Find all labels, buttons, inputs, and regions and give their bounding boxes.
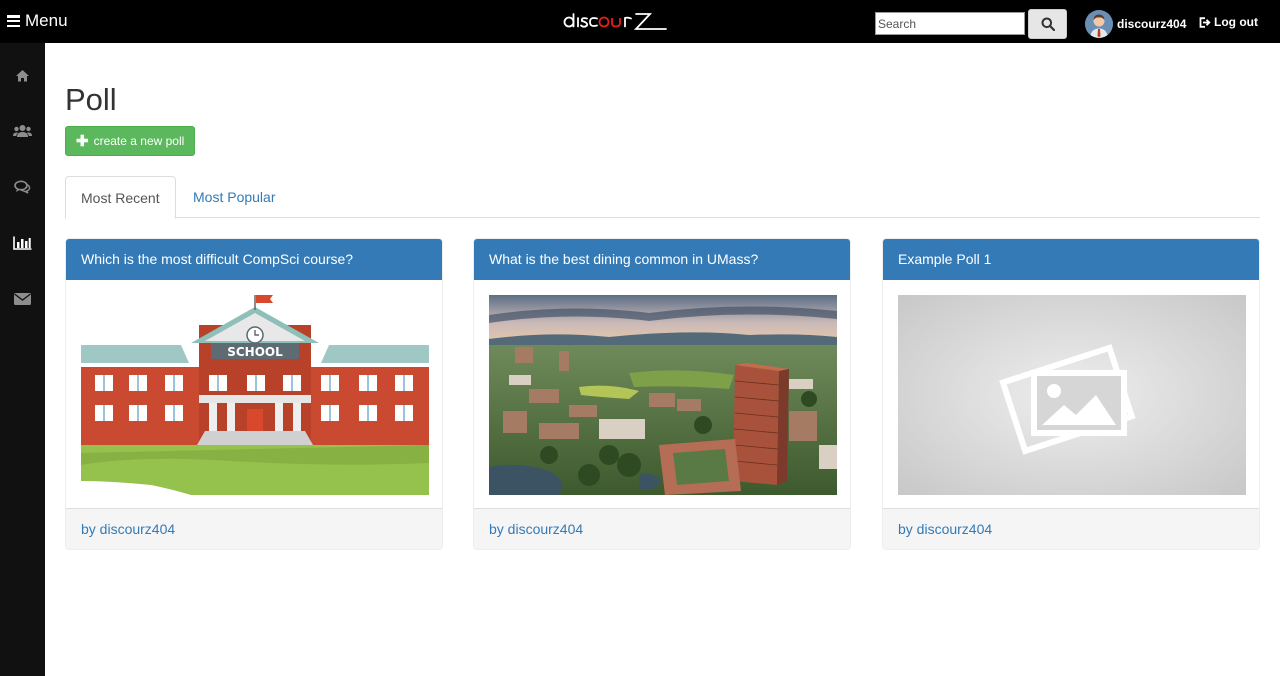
create-poll-label: create a new poll	[93, 134, 185, 148]
chat-icon	[14, 180, 31, 194]
poll-author[interactable]: by discourz404	[66, 508, 442, 549]
sidebar-item-users[interactable]	[0, 115, 45, 147]
sidebar-item-home[interactable]	[0, 59, 45, 91]
poll-title[interactable]: What is the best dining common in UMass?	[474, 239, 850, 280]
home-icon	[16, 69, 29, 81]
search-input[interactable]	[875, 12, 1025, 35]
avatar	[1085, 10, 1113, 38]
logout-button[interactable]: Log out	[1199, 15, 1258, 29]
svg-text:SCHOOL: SCHOOL	[227, 345, 283, 359]
poll-tabs: Most Recent Most Popular	[65, 176, 1260, 219]
logout-label: Log out	[1214, 15, 1258, 29]
campus-aerial-photo	[489, 295, 837, 495]
poll-card[interactable]: Which is the most difficult CompSci cour…	[65, 238, 443, 550]
top-navbar: Menu Search discourz404 Log out	[0, 0, 1280, 43]
poll-title[interactable]: Which is the most difficult CompSci cour…	[66, 239, 442, 280]
search-button[interactable]	[1028, 9, 1067, 39]
poll-author[interactable]: by discourz404	[474, 508, 850, 549]
image-placeholder	[898, 295, 1246, 495]
poll-author[interactable]: by discourz404	[883, 508, 1259, 549]
tab-most-recent[interactable]: Most Recent	[65, 176, 176, 219]
menu-button[interactable]: Menu	[7, 11, 68, 31]
create-poll-button[interactable]: ✚ create a new poll	[65, 126, 196, 156]
poll-card[interactable]: Example Poll 1 by discourz404	[882, 238, 1260, 550]
sidebar-item-discussions[interactable]	[0, 171, 45, 203]
poll-card[interactable]: What is the best dining common in UMass?	[473, 238, 851, 550]
page-title: Poll	[65, 82, 117, 117]
bar-chart-icon	[13, 236, 32, 250]
users-icon	[13, 125, 32, 137]
search-icon	[1041, 17, 1055, 31]
poll-title[interactable]: Example Poll 1	[883, 239, 1259, 280]
sidebar	[0, 43, 45, 676]
hamburger-icon	[7, 15, 20, 27]
tab-most-popular[interactable]: Most Popular	[178, 176, 290, 218]
discourz-logo[interactable]	[562, 7, 670, 35]
school-illustration: SCHOOL	[81, 295, 429, 495]
menu-label: Menu	[25, 11, 68, 30]
envelope-icon	[14, 293, 31, 305]
user-menu[interactable]: discourz404	[1085, 10, 1186, 38]
username: discourz404	[1117, 17, 1187, 31]
plus-icon: ✚	[76, 133, 89, 150]
sidebar-item-polls[interactable]	[0, 227, 45, 259]
sidebar-item-messages[interactable]	[0, 283, 45, 315]
logout-icon	[1199, 16, 1211, 28]
